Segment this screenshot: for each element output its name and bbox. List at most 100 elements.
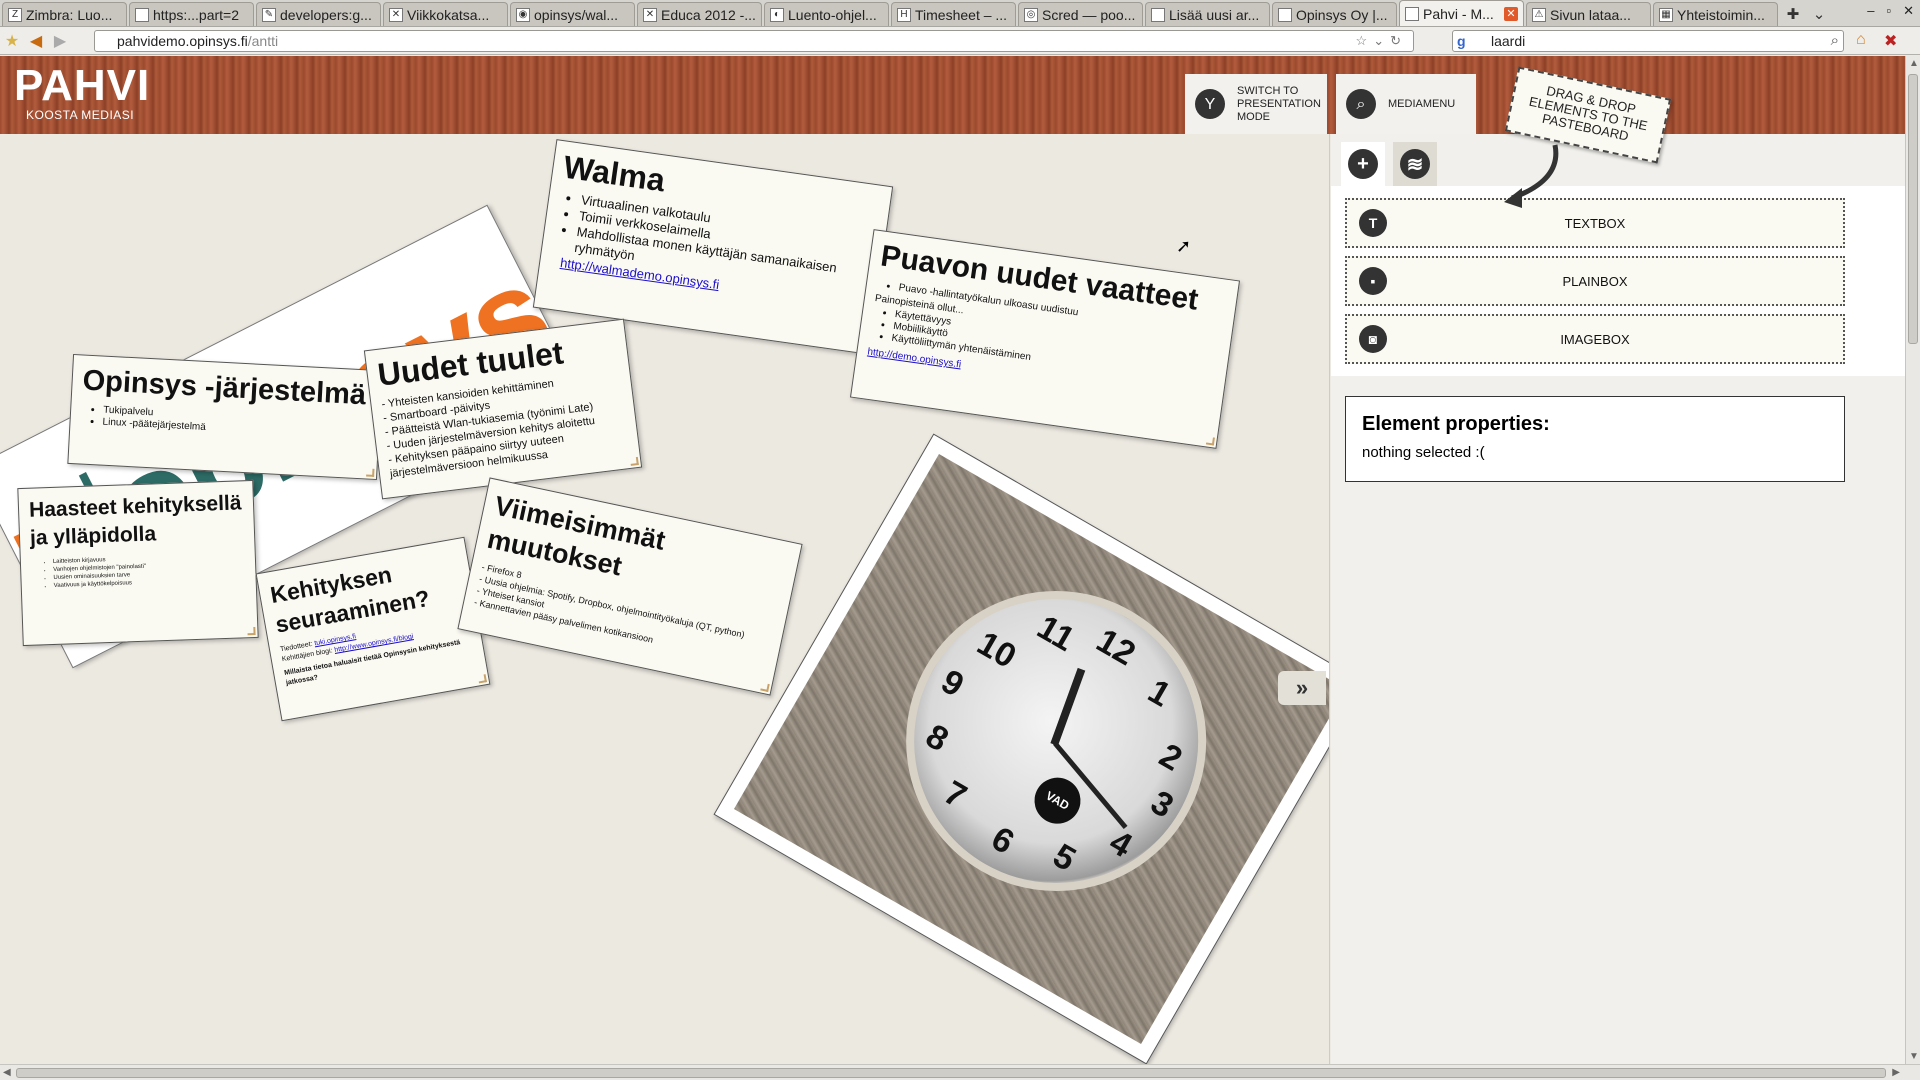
browser-tab[interactable]: ✕ Viikkokatsa... bbox=[383, 2, 508, 26]
textbox-kehityksen-seuraaminen[interactable]: Kehityksen seuraaminen? Tiedotteet: tuki… bbox=[255, 536, 491, 722]
add-elements-tab[interactable]: + bbox=[1341, 142, 1385, 186]
vertical-scrollbar[interactable]: ▲ ▼ bbox=[1905, 56, 1920, 1064]
resize-handle[interactable] bbox=[247, 626, 256, 636]
curved-arrow-icon bbox=[1504, 144, 1559, 208]
tab-title: Viikkokatsa... bbox=[407, 6, 490, 23]
mediamenu-button[interactable]: ⌕ MEDIAMENU bbox=[1336, 74, 1476, 134]
url-actions-icon[interactable]: ☆⌄↻ bbox=[1356, 33, 1407, 49]
url-bar[interactable]: pahvidemo.opinsys.fi/antti ☆⌄↻ bbox=[94, 30, 1414, 52]
tab-title: Luento-ohjel... bbox=[788, 6, 877, 23]
bookmark-star-icon[interactable]: ★ bbox=[0, 30, 24, 52]
mediamenu-panel: + ≋ T TEXTBOX ▪ PLAINBOX ◙ IMAGEBOX Elem… bbox=[1331, 134, 1905, 1064]
scroll-right-icon[interactable]: ▶ bbox=[1892, 1067, 1900, 1078]
textbox-element[interactable]: T TEXTBOX bbox=[1345, 198, 1845, 248]
url-host: pahvidemo.opinsys.fi bbox=[117, 33, 248, 49]
mediamenu-label: MEDIAMENU bbox=[1388, 97, 1456, 110]
element-palette: T TEXTBOX ▪ PLAINBOX ◙ IMAGEBOX bbox=[1331, 186, 1905, 376]
clock-numeral: 11 bbox=[1030, 608, 1081, 659]
tab-close-icon[interactable]: ✕ bbox=[1504, 6, 1518, 21]
layers-tab[interactable]: ≋ bbox=[1393, 142, 1437, 186]
clock-numeral: 5 bbox=[1046, 836, 1083, 879]
browser-tab[interactable]: ◉ opinsys/wal... bbox=[510, 2, 635, 26]
search-icon[interactable]: ⌕ bbox=[1831, 32, 1839, 49]
resize-handle[interactable] bbox=[477, 674, 487, 684]
resize-handle[interactable] bbox=[629, 456, 639, 466]
scroll-left-icon[interactable]: ◀ bbox=[3, 1067, 11, 1078]
minimize-icon[interactable]: ‒ bbox=[1867, 3, 1874, 19]
resize-handle[interactable] bbox=[760, 682, 770, 693]
scroll-thumb[interactable] bbox=[1908, 74, 1918, 344]
textbox-viimeisimmat-muutokset[interactable]: Viimeisimmät muutokset - Firefox 8 - Uus… bbox=[457, 477, 803, 696]
textbox-haasteet[interactable]: Haasteet kehityksellä ja ylläpidolla Lai… bbox=[17, 479, 259, 647]
tab-list-chevron-icon[interactable]: ⌄ bbox=[1806, 2, 1832, 26]
clock-numeral: 12 bbox=[1090, 621, 1142, 674]
mouse-cursor-icon: ➚ bbox=[1176, 236, 1192, 256]
textbox-opinsys-jarjestelma[interactable]: Opinsys -järjestelmä Tukipalvelu Linux -… bbox=[67, 353, 383, 481]
browser-tab-active[interactable]: Pahvi - M... ✕ bbox=[1399, 0, 1524, 26]
back-icon[interactable]: ◀ bbox=[24, 30, 48, 52]
search-engine-icon[interactable]: g bbox=[1457, 33, 1466, 49]
expand-panel-button[interactable]: » bbox=[1278, 671, 1326, 705]
resize-handle[interactable] bbox=[1205, 436, 1215, 446]
browser-tab[interactable]: ✕ Educa 2012 -... bbox=[637, 2, 762, 26]
browser-tab[interactable]: Opinsys Oy |... bbox=[1272, 2, 1397, 26]
resize-handle[interactable] bbox=[366, 468, 375, 477]
scroll-up-icon[interactable]: ▲ bbox=[1909, 58, 1919, 69]
properties-status: nothing selected :( bbox=[1362, 444, 1485, 461]
close-window-icon[interactable]: ✕ bbox=[1903, 3, 1914, 19]
clock-numeral: 4 bbox=[1103, 822, 1139, 866]
scroll-thumb[interactable] bbox=[16, 1068, 1886, 1078]
clock-numeral: 7 bbox=[937, 773, 973, 816]
textbox-puavo[interactable]: Puavon uudet vaatteet Puavo -hallintatyö… bbox=[849, 229, 1241, 449]
tab-favicon-icon: ◐ bbox=[770, 7, 784, 22]
browser-tab[interactable]: ⚠ Sivun lataa... bbox=[1526, 2, 1651, 26]
url-path: /antti bbox=[247, 33, 279, 49]
tab-title: Lisää uusi ar... bbox=[1169, 6, 1260, 23]
browser-tab[interactable]: https:...part=2 bbox=[129, 2, 254, 26]
search-input[interactable]: g laardi ⌕ bbox=[1452, 30, 1844, 52]
imagebox-element[interactable]: ◙ IMAGEBOX bbox=[1345, 314, 1845, 364]
element-label: TEXTBOX bbox=[1564, 215, 1626, 231]
forward-icon[interactable]: ▶ bbox=[48, 30, 72, 52]
clock-imagebox[interactable]: 12 1 2 3 4 5 6 7 8 9 10 11 VAD bbox=[713, 433, 1329, 1064]
browser-tab[interactable]: H Timesheet – ... bbox=[891, 2, 1016, 26]
clock-numeral: 10 bbox=[970, 624, 1023, 676]
tab-favicon-icon: Z bbox=[8, 7, 22, 22]
presentation-icon: Y bbox=[1195, 89, 1225, 119]
tab-title: opinsys/wal... bbox=[534, 6, 619, 23]
clock-face: 12 1 2 3 4 5 6 7 8 9 10 11 VAD bbox=[851, 536, 1262, 946]
pasteboard-canvas[interactable]: opinsys Walma Virtuaalinen valkotaulu To… bbox=[0, 134, 1330, 1064]
browser-tab[interactable]: Z Zimbra: Luo... bbox=[2, 2, 127, 26]
plainbox-element[interactable]: ▪ PLAINBOX bbox=[1345, 256, 1845, 306]
tab-title: Educa 2012 -... bbox=[661, 6, 756, 23]
browser-tab[interactable]: ◎ Scred — poo... bbox=[1018, 2, 1143, 26]
tab-favicon-icon: ✕ bbox=[389, 7, 403, 22]
browser-tab[interactable]: ✎ developers:g... bbox=[256, 2, 381, 26]
textbox-uudet-tuulet[interactable]: Uudet tuulet - Yhteisten kansioiden kehi… bbox=[363, 318, 643, 500]
horizontal-scrollbar[interactable]: ◀ ▶ bbox=[0, 1064, 1920, 1080]
browser-tab[interactable]: ▦ Yhteistoimin... bbox=[1653, 2, 1778, 26]
scroll-down-icon[interactable]: ▼ bbox=[1909, 1051, 1919, 1062]
search-value: laardi bbox=[1491, 33, 1526, 49]
tab-title: Pahvi - M... bbox=[1423, 5, 1494, 22]
element-properties-box: Element properties: nothing selected :( bbox=[1345, 396, 1845, 482]
card-title: Haasteet kehityksellä ja ylläpidolla bbox=[28, 491, 242, 550]
new-tab-icon[interactable]: ✚ bbox=[1780, 2, 1806, 26]
clock-numeral: 1 bbox=[1141, 672, 1178, 715]
camera-icon: ◙ bbox=[1359, 325, 1387, 353]
tab-favicon-icon bbox=[135, 7, 149, 22]
tab-title: Sivun lataa... bbox=[1550, 6, 1631, 23]
window-controls: ‒ ▫ ✕ bbox=[1867, 3, 1914, 19]
logo-title: PAHVI bbox=[14, 61, 151, 110]
pahvi-logo: PAHVI KOOSTA MEDIASI bbox=[14, 61, 151, 123]
logo-subtitle: KOOSTA MEDIASI bbox=[26, 108, 135, 122]
browser-tab[interactable]: ◐ Luento-ohjel... bbox=[764, 2, 889, 26]
browser-tab[interactable]: Lisää uusi ar... bbox=[1145, 2, 1270, 26]
home-icon[interactable]: ⌂ bbox=[1856, 31, 1866, 49]
presentation-mode-button[interactable]: Y SWITCH TO PRESENTATION MODE bbox=[1185, 74, 1327, 134]
tab-favicon-icon: ◉ bbox=[516, 7, 530, 22]
plus-icon: + bbox=[1348, 149, 1378, 179]
magnifier-icon: ⌕ bbox=[1346, 89, 1376, 119]
maximize-icon[interactable]: ▫ bbox=[1886, 3, 1891, 19]
addon-icon[interactable]: ✖ bbox=[1884, 31, 1897, 51]
